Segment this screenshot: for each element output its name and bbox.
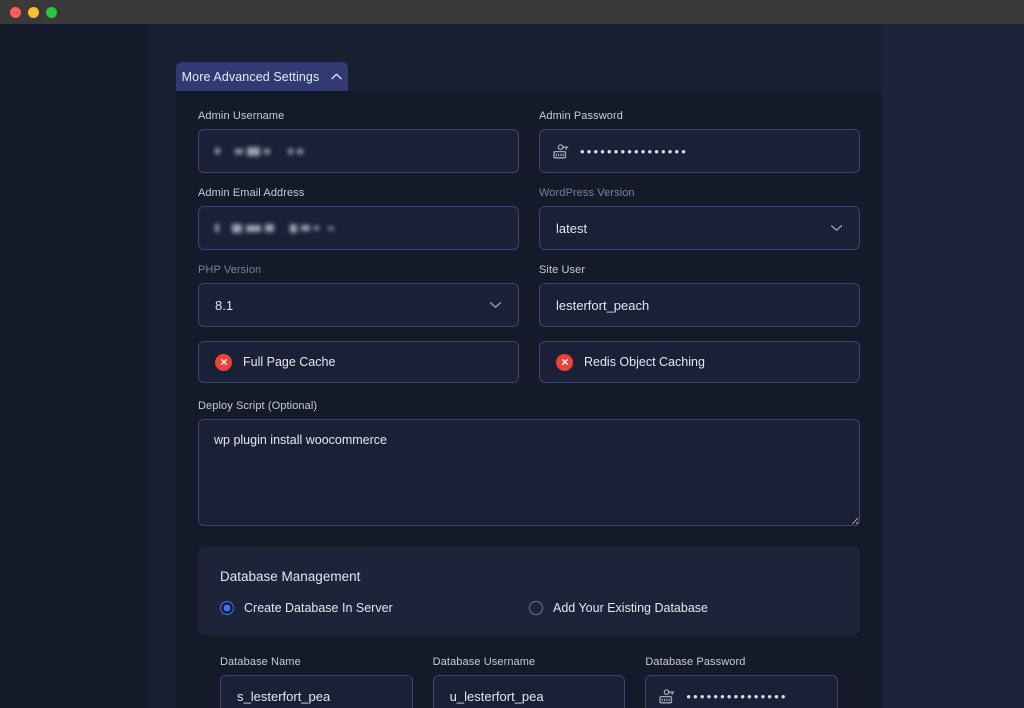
full-page-cache-toggle[interactable]: Full Page Cache (198, 341, 519, 383)
app-viewport: More Advanced Settings Admin Username (0, 24, 1024, 708)
radio-add-your-existing-database[interactable]: Add Your Existing Database (529, 601, 838, 615)
chevron-down-icon (489, 301, 502, 309)
database-name-label: Database Name (220, 656, 413, 668)
php-version-value: 8.1 (215, 298, 233, 313)
full-page-cache-label: Full Page Cache (243, 355, 335, 369)
x-circle-icon (215, 354, 232, 371)
field-admin-email: Admin Email Address (198, 187, 519, 250)
deploy-script-label: Deploy Script (Optional) (198, 400, 860, 412)
radio-create-database-in-server[interactable]: Create Database In Server (220, 601, 529, 615)
php-version-label: PHP Version (198, 264, 519, 276)
form-row-credentials: Admin Username Admin Password (198, 110, 860, 173)
field-database-password: Database Password ••••••••••••••• (645, 656, 838, 708)
radio-label: Add Your Existing Database (553, 601, 708, 615)
advanced-settings-panel: Admin Username Admin Password (176, 91, 882, 708)
redacted-value (215, 222, 334, 234)
database-username-value: u_lesterfort_pea (450, 689, 544, 704)
database-management-card: Database Management Create Database In S… (198, 547, 860, 635)
site-user-input[interactable]: lesterfort_peach (539, 283, 860, 327)
chevron-down-icon (830, 224, 843, 232)
minimize-window-button[interactable] (28, 7, 39, 18)
admin-password-value: •••••••••••••••• (580, 145, 688, 158)
admin-username-input[interactable] (198, 129, 519, 173)
php-version-select[interactable]: 8.1 (198, 283, 519, 327)
radio-indicator-selected[interactable] (220, 601, 234, 615)
admin-email-label: Admin Email Address (198, 187, 519, 199)
window-titlebar (0, 0, 1024, 24)
close-window-button[interactable] (10, 7, 21, 18)
database-management-title: Database Management (220, 569, 838, 584)
redacted-value (215, 145, 303, 157)
form-row-email-version: Admin Email Address WordPress Vers (198, 187, 860, 250)
accordion-label: More Advanced Settings (182, 70, 320, 84)
database-password-input[interactable]: ••••••••••••••• (645, 675, 838, 708)
admin-password-input[interactable]: •••••••••••••••• (539, 129, 860, 173)
admin-username-label: Admin Username (198, 110, 519, 122)
password-key-icon[interactable] (552, 144, 569, 159)
field-php-version: PHP Version 8.1 (198, 264, 519, 327)
site-user-value: lesterfort_peach (556, 298, 649, 313)
site-user-label: Site User (539, 264, 860, 276)
field-database-name: Database Name s_lesterfort_pea (220, 656, 413, 708)
wordpress-version-label: WordPress Version (539, 187, 860, 199)
wordpress-version-select[interactable]: latest (539, 206, 860, 250)
maximize-window-button[interactable] (46, 7, 57, 18)
database-username-input[interactable]: u_lesterfort_pea (433, 675, 626, 708)
database-password-label: Database Password (645, 656, 838, 668)
database-fields-row: Database Name s_lesterfort_pea Database … (198, 656, 860, 708)
database-password-value: ••••••••••••••• (686, 690, 787, 703)
redis-object-caching-label: Redis Object Caching (584, 355, 705, 369)
field-database-username: Database Username u_lesterfort_pea (433, 656, 626, 708)
wordpress-version-value: latest (556, 221, 587, 236)
form-row-cache-toggles: Full Page Cache Redis Object Caching (198, 341, 860, 383)
field-site-user: Site User lesterfort_peach (539, 264, 860, 327)
database-name-input[interactable]: s_lesterfort_pea (220, 675, 413, 708)
field-wordpress-version: WordPress Version latest (539, 187, 860, 250)
more-advanced-settings-toggle[interactable]: More Advanced Settings (176, 62, 348, 91)
database-mode-radio-group: Create Database In Server Add Your Exist… (220, 601, 838, 615)
deploy-script-textarea[interactable] (198, 419, 860, 526)
radio-indicator[interactable] (529, 601, 543, 615)
field-deploy-script: Deploy Script (Optional) (198, 400, 860, 531)
database-name-value: s_lesterfort_pea (237, 689, 330, 704)
field-admin-username: Admin Username (198, 110, 519, 173)
redis-object-caching-toggle[interactable]: Redis Object Caching (539, 341, 860, 383)
password-key-icon[interactable] (658, 689, 675, 704)
radio-label: Create Database In Server (244, 601, 393, 615)
form-row-php-siteuser: PHP Version 8.1 Site User lesterfort_pea… (198, 264, 860, 327)
admin-password-label: Admin Password (539, 110, 860, 122)
database-username-label: Database Username (433, 656, 626, 668)
chevron-up-icon (331, 73, 342, 80)
x-circle-icon (556, 354, 573, 371)
admin-email-input[interactable] (198, 206, 519, 250)
field-admin-password: Admin Password •••••••••••••••• (539, 110, 860, 173)
